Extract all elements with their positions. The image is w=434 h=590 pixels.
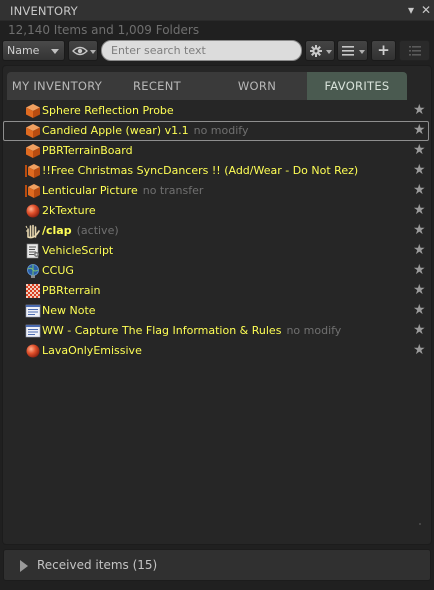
object-icon: [26, 144, 40, 158]
object-icon: [26, 104, 40, 118]
material-icon: [26, 344, 40, 358]
object-multi-icon: [25, 184, 40, 198]
gear-menu-button[interactable]: [305, 40, 335, 61]
list-item[interactable]: LavaOnlyEmissive ★: [3, 341, 431, 361]
sort-dropdown[interactable]: Name: [2, 40, 65, 61]
trash-menu-button[interactable]: [399, 40, 430, 61]
list-item[interactable]: /clap (active) ★: [3, 221, 431, 241]
texture-icon: [26, 284, 40, 298]
object-multi-icon: [25, 164, 40, 178]
list-item[interactable]: WW - Capture The Flag Information & Rule…: [3, 321, 431, 341]
item-label: CCUG: [42, 264, 74, 277]
gesture-icon: [25, 224, 40, 239]
chevron-down-icon: [359, 50, 365, 54]
item-label: /clap (active): [42, 224, 119, 237]
star-icon[interactable]: ★: [413, 282, 426, 298]
star-icon[interactable]: ★: [413, 122, 426, 138]
list-item[interactable]: Candied Apple (wear) v1.1 no modify ★: [3, 121, 431, 141]
tab-recent[interactable]: RECENT: [107, 72, 207, 100]
item-label: WW - Capture The Flag Information & Rule…: [42, 324, 342, 337]
star-icon[interactable]: ★: [413, 102, 426, 118]
star-icon[interactable]: ★: [413, 302, 426, 318]
item-label: New Note: [42, 304, 96, 317]
list-item[interactable]: CCUG ★: [3, 261, 431, 281]
star-icon[interactable]: ★: [413, 142, 426, 158]
list-view-icon: [342, 46, 354, 56]
add-item-button[interactable]: +: [371, 40, 396, 61]
minimize-button[interactable]: ▾: [405, 3, 417, 17]
chevron-down-icon: [90, 50, 96, 54]
window-title: INVENTORY: [10, 4, 78, 18]
item-label: Candied Apple (wear) v1.1 no modify: [42, 124, 249, 137]
star-icon[interactable]: ★: [413, 242, 426, 258]
item-label: !!Free Christmas SyncDancers !! (Add/Wea…: [42, 164, 359, 177]
notecard-icon: [25, 304, 41, 318]
star-icon[interactable]: ★: [413, 322, 426, 338]
list-item[interactable]: PBRTerrainBoard ★: [3, 141, 431, 161]
tab-my-inventory[interactable]: MY INVENTORY: [7, 72, 107, 100]
item-label: PBRterrain: [42, 284, 101, 297]
star-icon[interactable]: ★: [413, 262, 426, 278]
chevron-down-icon: [51, 49, 59, 54]
item-label: 2kTexture: [42, 204, 96, 217]
item-label: VehicleScript: [42, 244, 114, 257]
inventory-tabs: MY INVENTORY RECENT WORN FAVORITES: [7, 72, 407, 100]
favorites-list: Sphere Reflection Probe ★ Candied Apple …: [3, 101, 431, 361]
item-label: LavaOnlyEmissive: [42, 344, 142, 357]
landmark-icon: [27, 264, 39, 278]
received-items-accordion[interactable]: Received items (15): [3, 549, 431, 581]
item-label: PBRTerrainBoard: [42, 144, 133, 157]
search-input[interactable]: [111, 44, 296, 57]
star-icon[interactable]: ★: [413, 182, 426, 198]
close-button[interactable]: ✕: [420, 3, 432, 17]
star-icon[interactable]: ★: [413, 162, 426, 178]
sort-dropdown-value: Name: [7, 44, 40, 57]
filter-visibility-button[interactable]: [68, 40, 98, 61]
search-field[interactable]: [101, 40, 302, 61]
star-icon[interactable]: ★: [413, 202, 426, 218]
list-item[interactable]: New Note ★: [3, 301, 431, 321]
star-icon[interactable]: ★: [413, 342, 426, 358]
tab-favorites[interactable]: FAVORITES: [307, 72, 407, 100]
item-label: Lenticular Picture no transfer: [42, 184, 204, 197]
gear-icon: [310, 45, 322, 57]
object-icon: [26, 124, 40, 138]
view-options-button[interactable]: [337, 40, 368, 61]
list-item[interactable]: !!Free Christmas SyncDancers !! (Add/Wea…: [3, 161, 431, 181]
inventory-summary: 12,140 Items and 1,009 Folders: [8, 23, 200, 37]
list-item[interactable]: VehicleScript ★: [3, 241, 431, 261]
list-item[interactable]: 2kTexture ★: [3, 201, 431, 221]
list-item[interactable]: Sphere Reflection Probe ★: [3, 101, 431, 121]
item-label: Sphere Reflection Probe: [42, 104, 174, 117]
list-item[interactable]: PBRterrain ★: [3, 281, 431, 301]
star-icon[interactable]: ★: [413, 222, 426, 238]
tab-worn[interactable]: WORN: [207, 72, 307, 100]
notecard-icon: [25, 324, 41, 338]
inventory-panel: MY INVENTORY RECENT WORN FAVORITES Spher…: [2, 65, 432, 545]
eye-icon: [72, 46, 88, 56]
list-item[interactable]: Lenticular Picture no transfer ★: [3, 181, 431, 201]
window-titlebar: INVENTORY ▾ ✕: [0, 0, 434, 21]
chevron-down-icon: [326, 50, 332, 54]
expand-arrow-icon: [20, 560, 28, 572]
inventory-toolbar: Name +: [0, 40, 434, 62]
resize-grip[interactable]: [419, 523, 421, 525]
script-icon: [26, 243, 39, 259]
received-items-label: Received items (15): [37, 558, 158, 572]
list-options-icon: [409, 46, 421, 56]
material-icon: [26, 204, 40, 218]
plus-icon: +: [377, 41, 390, 59]
